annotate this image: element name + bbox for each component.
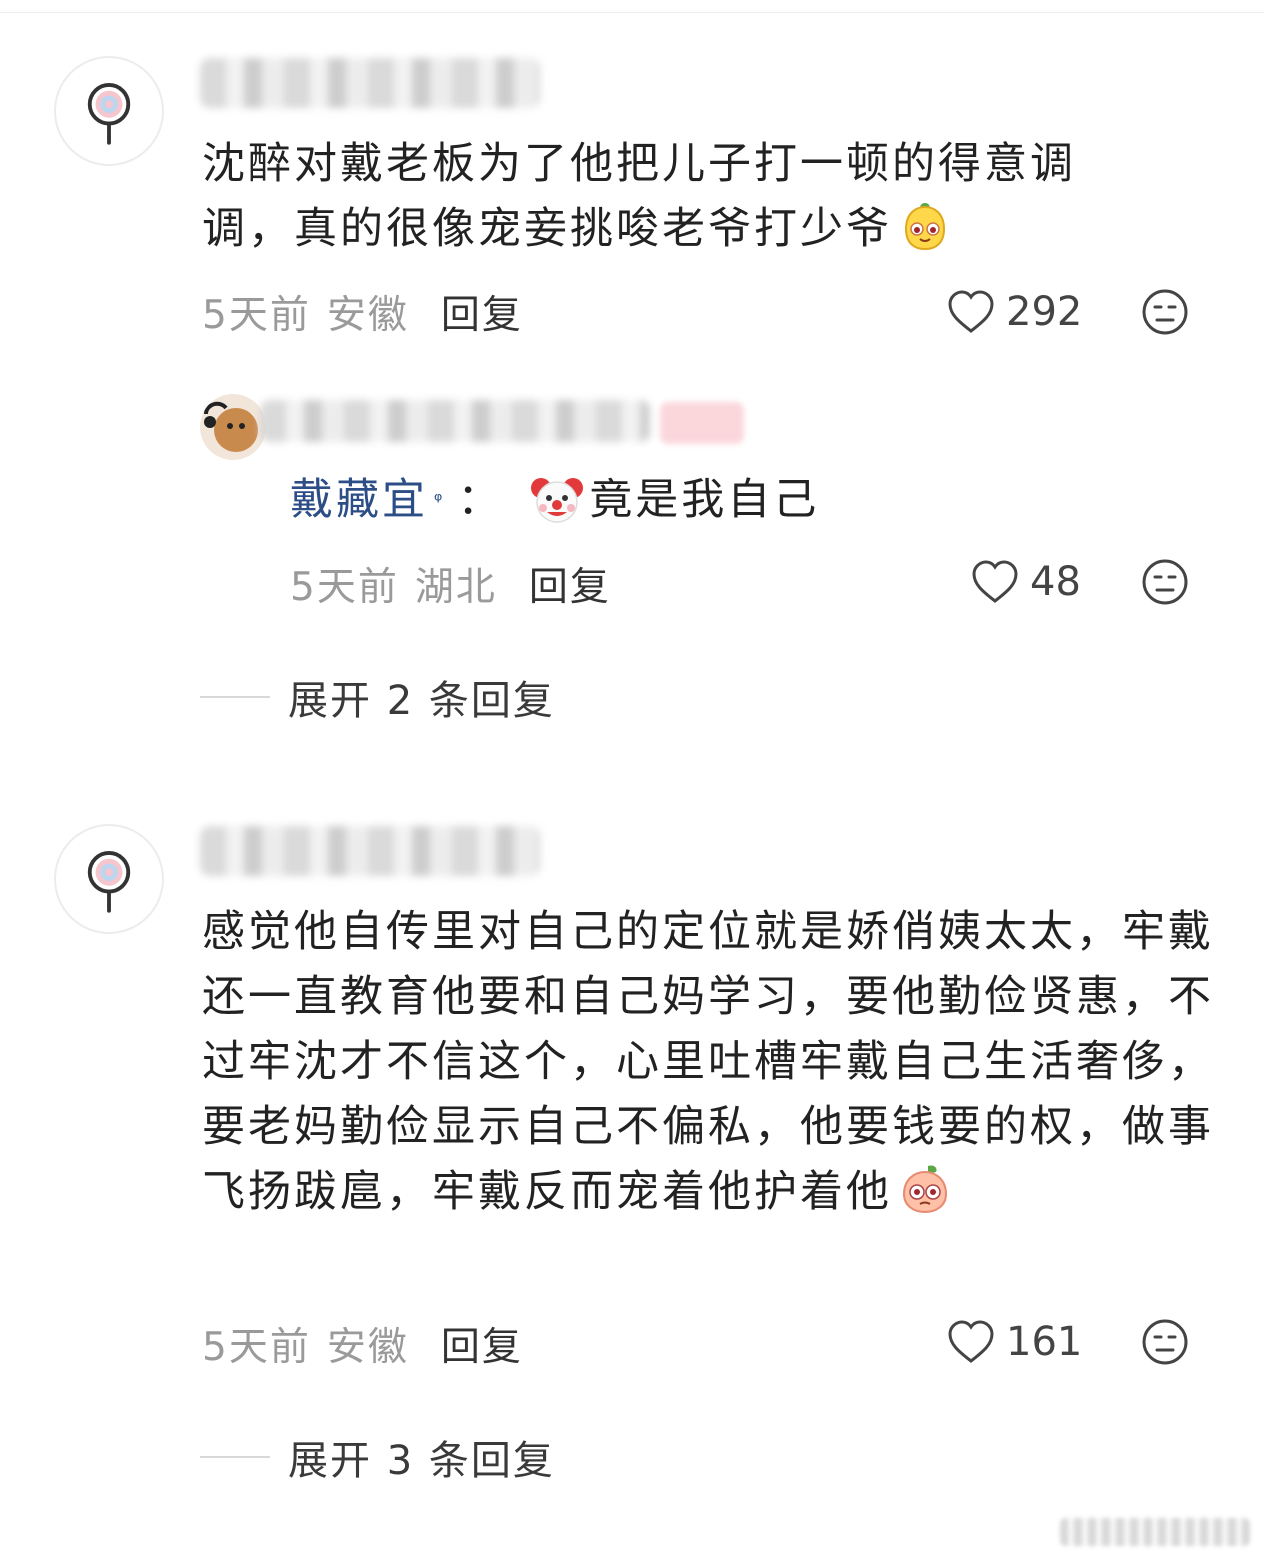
mango-face-emoji-icon: [898, 199, 952, 253]
heart-icon: [948, 290, 994, 333]
expand-divider: [200, 696, 270, 698]
reply-like-count: 48: [1030, 559, 1081, 605]
comment-meta: 5天前 安徽 回复: [202, 1316, 523, 1372]
cat-avatar-icon: [200, 394, 266, 460]
mention-badge: ᵠ: [434, 488, 446, 512]
reaction-button[interactable]: [1141, 1318, 1189, 1366]
mention-link[interactable]: 戴藏宜: [290, 472, 428, 528]
commenter-avatar[interactable]: [54, 56, 164, 166]
neutral-face-icon: [1142, 559, 1188, 605]
comment-meta: 5天前 安徽 回复: [202, 284, 523, 340]
expand-replies-button[interactable]: 展开 3 条回复: [200, 1428, 555, 1486]
comment-location: 安徽: [326, 1325, 409, 1370]
commenter-name-redacted[interactable]: [200, 826, 540, 876]
lollipop-avatar-icon: [87, 851, 131, 913]
reply-location: 湖北: [414, 565, 497, 610]
reply-time: 5天前: [290, 565, 399, 610]
lollipop-avatar-icon: [87, 83, 131, 145]
comment-location: 安徽: [326, 293, 409, 338]
clown-face-emoji-icon: [529, 472, 585, 528]
neutral-face-icon: [1142, 289, 1188, 335]
reply-text: 竟是我自己: [589, 475, 820, 525]
peach-face-emoji-icon: [898, 1162, 952, 1216]
reaction-button[interactable]: [1141, 288, 1189, 336]
like-count: 292: [1006, 289, 1083, 335]
reply-meta: 5天前 湖北 回复: [290, 556, 611, 612]
reply-avatar[interactable]: [200, 394, 266, 460]
neutral-face-icon: [1142, 1319, 1188, 1365]
reply-button[interactable]: 回复: [441, 284, 523, 340]
like-button[interactable]: 161: [946, 1314, 1082, 1370]
comment-time: 5天前: [202, 1325, 311, 1370]
like-count: 161: [1006, 1319, 1083, 1365]
expand-divider: [200, 1456, 270, 1458]
reply-to-reply-button[interactable]: 回复: [529, 556, 611, 612]
reply-reaction-button[interactable]: [1141, 558, 1189, 606]
heart-icon: [948, 1320, 994, 1363]
reply-button[interactable]: 回复: [441, 1316, 523, 1372]
comment-text: 感觉他自传里对自己的定位就是娇俏姨太太，牢戴还一直教育他要和自己妈学习，要他勤俭…: [202, 900, 1226, 1225]
like-button[interactable]: 292: [946, 284, 1082, 340]
expand-label: 展开 2 条回复: [288, 678, 555, 724]
expand-label: 展开 3 条回复: [288, 1438, 555, 1484]
expand-replies-button[interactable]: 展开 2 条回复: [200, 668, 555, 726]
commenter-avatar[interactable]: [54, 824, 164, 934]
author-badge-redacted: [660, 402, 744, 444]
comment-body: 感觉他自传里对自己的定位就是娇俏姨太太，牢戴还一直教育他要和自己妈学习，要他勤俭…: [202, 907, 1214, 1217]
commenter-name-redacted[interactable]: [200, 58, 540, 108]
reply-content: 戴藏宜 ᵠ ： 竟是我自己: [290, 472, 819, 528]
replier-name-redacted[interactable]: [260, 400, 650, 442]
comment-time: 5天前: [202, 293, 311, 338]
comment-text: 沈醉对戴老板为了他把儿子打一顿的得意调调，真的很像宠妾挑唆老爷打少爷: [202, 132, 1162, 262]
watermark-redacted: [1060, 1518, 1250, 1546]
reply-like-button[interactable]: 48: [970, 554, 1081, 610]
top-divider: [0, 12, 1264, 13]
reply-colon: ：: [457, 475, 504, 525]
heart-icon: [972, 560, 1018, 603]
